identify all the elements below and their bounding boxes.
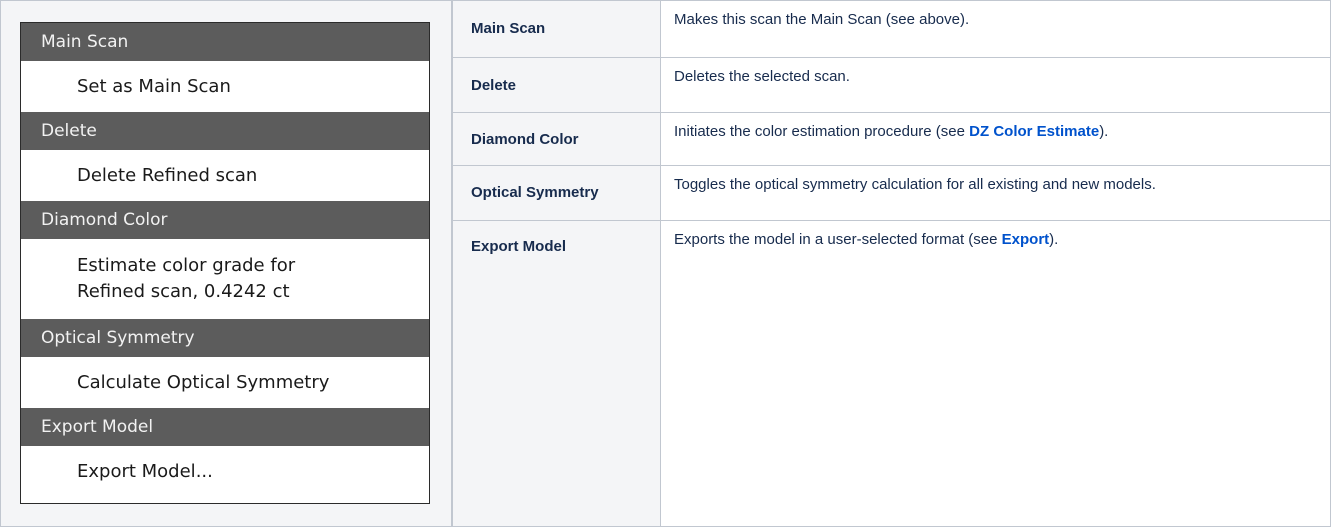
description-text: ). xyxy=(1049,231,1059,248)
menu-item-line: Estimate color grade for xyxy=(77,255,296,276)
description-text: ). xyxy=(1099,123,1109,140)
menu-item-delete-refined-scan[interactable]: Delete Refined scan xyxy=(21,150,429,201)
menu-header-diamond-color: Diamond Color xyxy=(21,201,429,239)
context-menu: Main Scan Set as Main Scan Delete Delete… xyxy=(20,22,430,504)
option-description: Exports the model in a user-selected for… xyxy=(661,221,1331,527)
screenshot-cell: Main Scan Set as Main Scan Delete Delete… xyxy=(0,0,452,527)
option-name: Delete xyxy=(452,58,661,113)
description-text: Initiates the color estimation procedure… xyxy=(674,123,970,140)
option-description: Initiates the color estimation procedure… xyxy=(661,113,1331,166)
description-text: Exports the model in a user-selected for… xyxy=(674,231,1002,248)
menu-item-set-main-scan[interactable]: Set as Main Scan xyxy=(21,61,429,112)
dz-color-estimate-link[interactable]: DZ Color Estimate xyxy=(969,123,1099,140)
menu-item-estimate-color-grade[interactable]: Estimate color grade for Refined scan, 0… xyxy=(21,239,429,319)
menu-item-calculate-optical-symmetry[interactable]: Calculate Optical Symmetry xyxy=(21,357,429,408)
menu-header-export-model: Export Model xyxy=(21,408,429,446)
option-description: Deletes the selected scan. xyxy=(661,58,1331,113)
export-link[interactable]: Export xyxy=(1002,231,1050,248)
menu-header-delete: Delete xyxy=(21,112,429,150)
menu-header-optical-symmetry: Optical Symmetry xyxy=(21,319,429,357)
options-table: Main Scan Makes this scan the Main Scan … xyxy=(452,0,1331,527)
table-row: Delete Deletes the selected scan. xyxy=(452,58,1331,113)
table-row: Diamond Color Initiates the color estima… xyxy=(452,113,1331,166)
table-row: Main Scan Makes this scan the Main Scan … xyxy=(452,0,1331,58)
menu-item-line: Refined scan, 0.4242 ct xyxy=(77,281,290,302)
option-name: Main Scan xyxy=(452,0,661,58)
option-name: Diamond Color xyxy=(452,113,661,166)
table-row: Optical Symmetry Toggles the optical sym… xyxy=(452,166,1331,221)
menu-header-main-scan: Main Scan xyxy=(21,23,429,61)
option-name: Optical Symmetry xyxy=(452,166,661,221)
table-row: Export Model Exports the model in a user… xyxy=(452,221,1331,527)
option-description: Makes this scan the Main Scan (see above… xyxy=(661,0,1331,58)
menu-item-export-model[interactable]: Export Model... xyxy=(21,446,429,498)
option-name: Export Model xyxy=(452,221,661,527)
option-description: Toggles the optical symmetry calculation… xyxy=(661,166,1331,221)
